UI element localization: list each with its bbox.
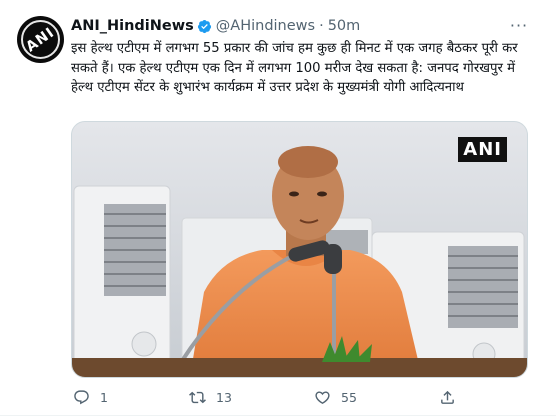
like-count: 55: [341, 389, 357, 405]
display-name[interactable]: ANI_HindiNews: [71, 18, 194, 34]
retweet-count: 13: [216, 389, 232, 405]
tweet-media-image[interactable]: ANI: [71, 121, 528, 378]
tweet-text: इस हेल्थ एटीएम में लगभग 55 प्रकार की जां…: [71, 41, 518, 95]
tweet-header: ANI_HindiNews @AHindinews · 50m: [71, 15, 360, 37]
retweet-button[interactable]: 13: [189, 386, 232, 408]
reply-icon: [74, 389, 89, 404]
ani-watermark: ANI: [458, 137, 507, 162]
handle[interactable]: @AHindinews: [216, 18, 315, 34]
retweet-icon: [189, 391, 206, 403]
like-button[interactable]: 55: [314, 386, 357, 408]
share-icon: [441, 390, 454, 404]
like-icon: [315, 390, 330, 404]
more-icon[interactable]: ···: [506, 14, 532, 36]
separator-dot: ·: [319, 18, 324, 34]
share-button[interactable]: [439, 386, 466, 408]
timestamp[interactable]: 50m: [328, 18, 361, 34]
tweet-card[interactable]: ANI ANI_HindiNews @AHindinews · 50m ··· …: [0, 0, 556, 416]
avatar[interactable]: ANI: [17, 16, 64, 63]
action-bar: 1 13 55: [71, 386, 531, 408]
reply-count: 1: [100, 389, 108, 405]
verified-badge-icon: [197, 19, 211, 33]
reply-button[interactable]: 1: [73, 386, 108, 408]
